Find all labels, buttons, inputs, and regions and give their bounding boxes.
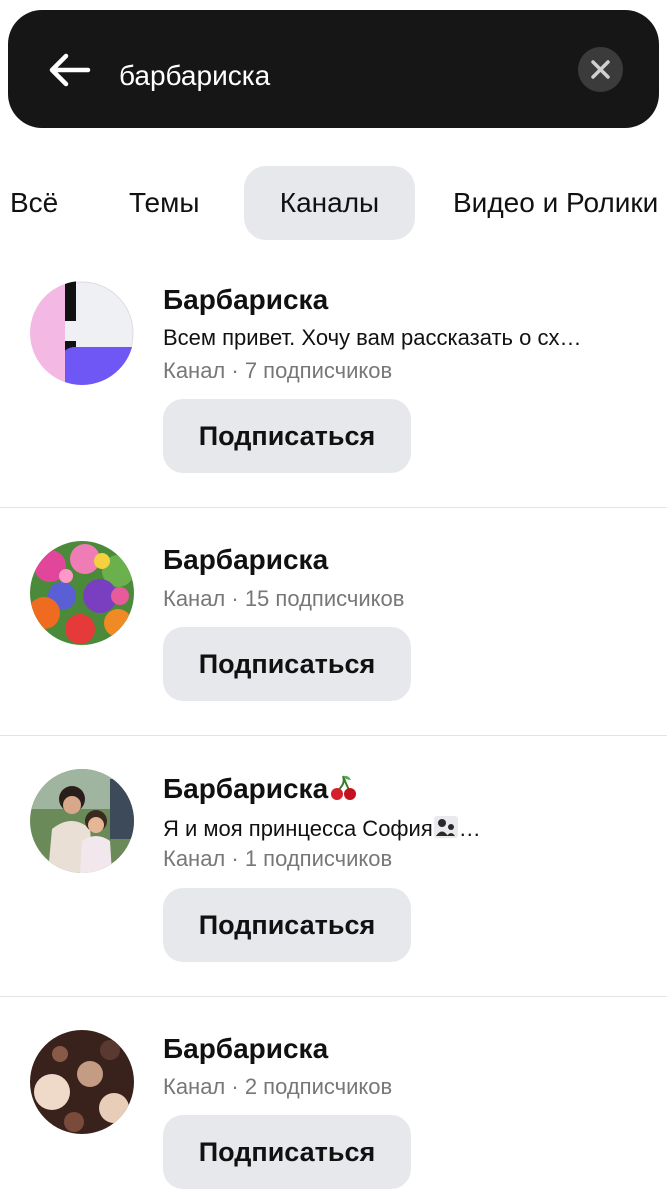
list-item: Барбариска Всем привет. Хочу вам рассказ… [0,250,667,508]
list-item: Барбариска Я и моя принцесса София … Кана… [0,736,667,997]
mother-daughter-emoji-icon [433,814,459,846]
channel-meta: Канал · 7 подписчиков [163,358,393,383]
channel-name[interactable]: Барбариска [163,1033,328,1065]
channel-avatar[interactable] [30,541,134,645]
list-item: Барбариска Канал · 15 подписчиков Подпис… [0,508,667,736]
list-item: Барбариска Канал · 2 подписчиков Подписа… [0,997,667,1200]
subscribe-button[interactable]: Подписаться [163,627,411,701]
channel-meta: Канал · 2 подписчиков [163,1074,393,1099]
tab-all[interactable]: Всё [10,166,58,240]
channel-name-text: Барбариска [163,772,329,804]
tab-channels[interactable]: Каналы [244,166,415,240]
cherries-emoji-icon [328,772,358,809]
tab-videos[interactable]: Видео и Ролики [453,166,658,240]
tab-topics[interactable]: Темы [129,166,199,240]
subscribe-button[interactable]: Подписаться [163,399,411,473]
subscribe-button[interactable]: Подписаться [163,888,411,962]
filter-tabs: Всё Темы Каналы Видео и Ролики [0,166,667,240]
channel-avatar[interactable] [30,281,134,385]
channel-description: Всем привет. Хочу вам рассказать о сх… [163,325,582,350]
channel-description-text: Я и моя принцесса София [163,815,433,841]
channel-name[interactable]: Барбариска [163,284,328,316]
channel-meta: Канал · 15 подписчиков [163,586,405,611]
channel-name[interactable]: Барбариска [163,544,328,576]
search-input[interactable]: барбариска [119,62,270,90]
back-arrow-icon[interactable] [46,50,96,90]
search-bar: барбариска [8,10,659,128]
channel-description: Я и моя принцесса София … [163,814,481,846]
channel-meta: Канал · 1 подписчиков [163,846,393,871]
channel-avatar[interactable] [30,1030,134,1134]
clear-search-icon[interactable] [578,47,623,92]
subscribe-button[interactable]: Подписаться [163,1115,411,1189]
channel-description-ellipsis: … [458,815,481,841]
channel-name[interactable]: Барбариска [163,772,358,809]
channel-avatar[interactable] [30,769,134,873]
